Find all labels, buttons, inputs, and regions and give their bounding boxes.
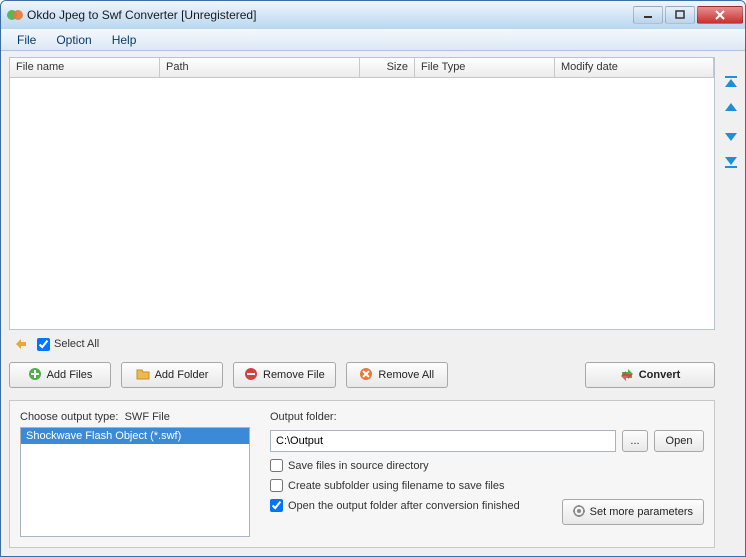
browse-button[interactable]: ... bbox=[622, 430, 648, 452]
convert-icon bbox=[620, 367, 634, 384]
menu-option[interactable]: Option bbox=[48, 31, 99, 49]
add-folder-label: Add Folder bbox=[155, 369, 209, 381]
plus-icon bbox=[28, 367, 42, 384]
output-folder-section: Output folder: ... Open Save files in so… bbox=[270, 411, 704, 537]
more-params-label: Set more parameters bbox=[590, 506, 693, 518]
reorder-toolbar bbox=[723, 75, 739, 169]
close-button[interactable] bbox=[697, 6, 743, 24]
menu-help[interactable]: Help bbox=[104, 31, 145, 49]
menubar: File Option Help bbox=[1, 29, 745, 51]
col-filename[interactable]: File name bbox=[10, 58, 160, 77]
output-type-label-text: Choose output type: bbox=[20, 411, 118, 423]
maximize-button[interactable] bbox=[665, 6, 695, 24]
save-source-input[interactable] bbox=[270, 459, 283, 472]
add-folder-button[interactable]: Add Folder bbox=[121, 362, 223, 388]
window-controls bbox=[633, 6, 743, 24]
add-files-button[interactable]: Add Files bbox=[9, 362, 111, 388]
convert-label: Convert bbox=[639, 369, 681, 381]
output-folder-label: Output folder: bbox=[270, 411, 704, 423]
table-body[interactable] bbox=[10, 78, 714, 329]
open-after-input[interactable] bbox=[270, 499, 283, 512]
up-folder-icon[interactable] bbox=[13, 336, 29, 352]
remove-file-label: Remove File bbox=[263, 369, 325, 381]
remove-file-button[interactable]: Remove File bbox=[233, 362, 336, 388]
create-subfolder-label: Create subfolder using filename to save … bbox=[288, 480, 504, 492]
window-title: Okdo Jpeg to Swf Converter [Unregistered… bbox=[27, 8, 633, 22]
table-header: File name Path Size File Type Modify dat… bbox=[10, 58, 714, 78]
action-toolbar: Add Files Add Folder Remove File Remove … bbox=[9, 360, 715, 396]
set-more-parameters-button[interactable]: Set more parameters bbox=[562, 499, 704, 525]
remove-all-button[interactable]: Remove All bbox=[346, 362, 448, 388]
file-table: File name Path Size File Type Modify dat… bbox=[9, 57, 715, 330]
output-type-list[interactable]: Shockwave Flash Object (*.swf) bbox=[20, 427, 250, 537]
col-modify-date[interactable]: Modify date bbox=[555, 58, 714, 77]
remove-all-label: Remove All bbox=[378, 369, 434, 381]
open-folder-button[interactable]: Open bbox=[654, 430, 704, 452]
app-icon bbox=[7, 7, 23, 23]
output-type-section: Choose output type: SWF File Shockwave F… bbox=[20, 411, 250, 537]
move-up-icon[interactable] bbox=[723, 101, 739, 117]
folder-icon bbox=[136, 367, 150, 384]
col-size[interactable]: Size bbox=[360, 58, 415, 77]
col-filetype[interactable]: File Type bbox=[415, 58, 555, 77]
convert-button[interactable]: Convert bbox=[585, 362, 715, 388]
open-after-label: Open the output folder after conversion … bbox=[288, 500, 520, 512]
output-type-item-swf[interactable]: Shockwave Flash Object (*.swf) bbox=[21, 428, 249, 444]
menu-file[interactable]: File bbox=[9, 31, 44, 49]
output-folder-row: ... Open bbox=[270, 430, 704, 452]
app-window: Okdo Jpeg to Swf Converter [Unregistered… bbox=[0, 0, 746, 557]
save-source-label: Save files in source directory bbox=[288, 460, 429, 472]
remove-all-icon bbox=[359, 367, 373, 384]
add-files-label: Add Files bbox=[47, 369, 93, 381]
move-top-icon[interactable] bbox=[723, 75, 739, 91]
output-panel: Choose output type: SWF File Shockwave F… bbox=[9, 400, 715, 548]
output-folder-input[interactable] bbox=[270, 430, 616, 452]
create-subfolder-input[interactable] bbox=[270, 479, 283, 492]
select-all-label: Select All bbox=[54, 338, 99, 350]
minus-icon bbox=[244, 367, 258, 384]
select-all-row: Select All bbox=[9, 334, 715, 356]
titlebar[interactable]: Okdo Jpeg to Swf Converter [Unregistered… bbox=[1, 1, 745, 29]
move-down-icon[interactable] bbox=[723, 127, 739, 143]
select-all-checkbox[interactable]: Select All bbox=[37, 338, 99, 351]
create-subfolder-checkbox[interactable]: Create subfolder using filename to save … bbox=[270, 479, 704, 492]
move-bottom-icon[interactable] bbox=[723, 153, 739, 169]
open-after-checkbox[interactable]: Open the output folder after conversion … bbox=[270, 499, 520, 512]
select-all-input[interactable] bbox=[37, 338, 50, 351]
output-type-value: SWF File bbox=[125, 411, 170, 423]
gear-icon bbox=[573, 505, 585, 520]
minimize-button[interactable] bbox=[633, 6, 663, 24]
output-type-label: Choose output type: SWF File bbox=[20, 411, 250, 423]
save-source-checkbox[interactable]: Save files in source directory bbox=[270, 459, 704, 472]
col-path[interactable]: Path bbox=[160, 58, 360, 77]
client-area: File name Path Size File Type Modify dat… bbox=[1, 51, 745, 556]
